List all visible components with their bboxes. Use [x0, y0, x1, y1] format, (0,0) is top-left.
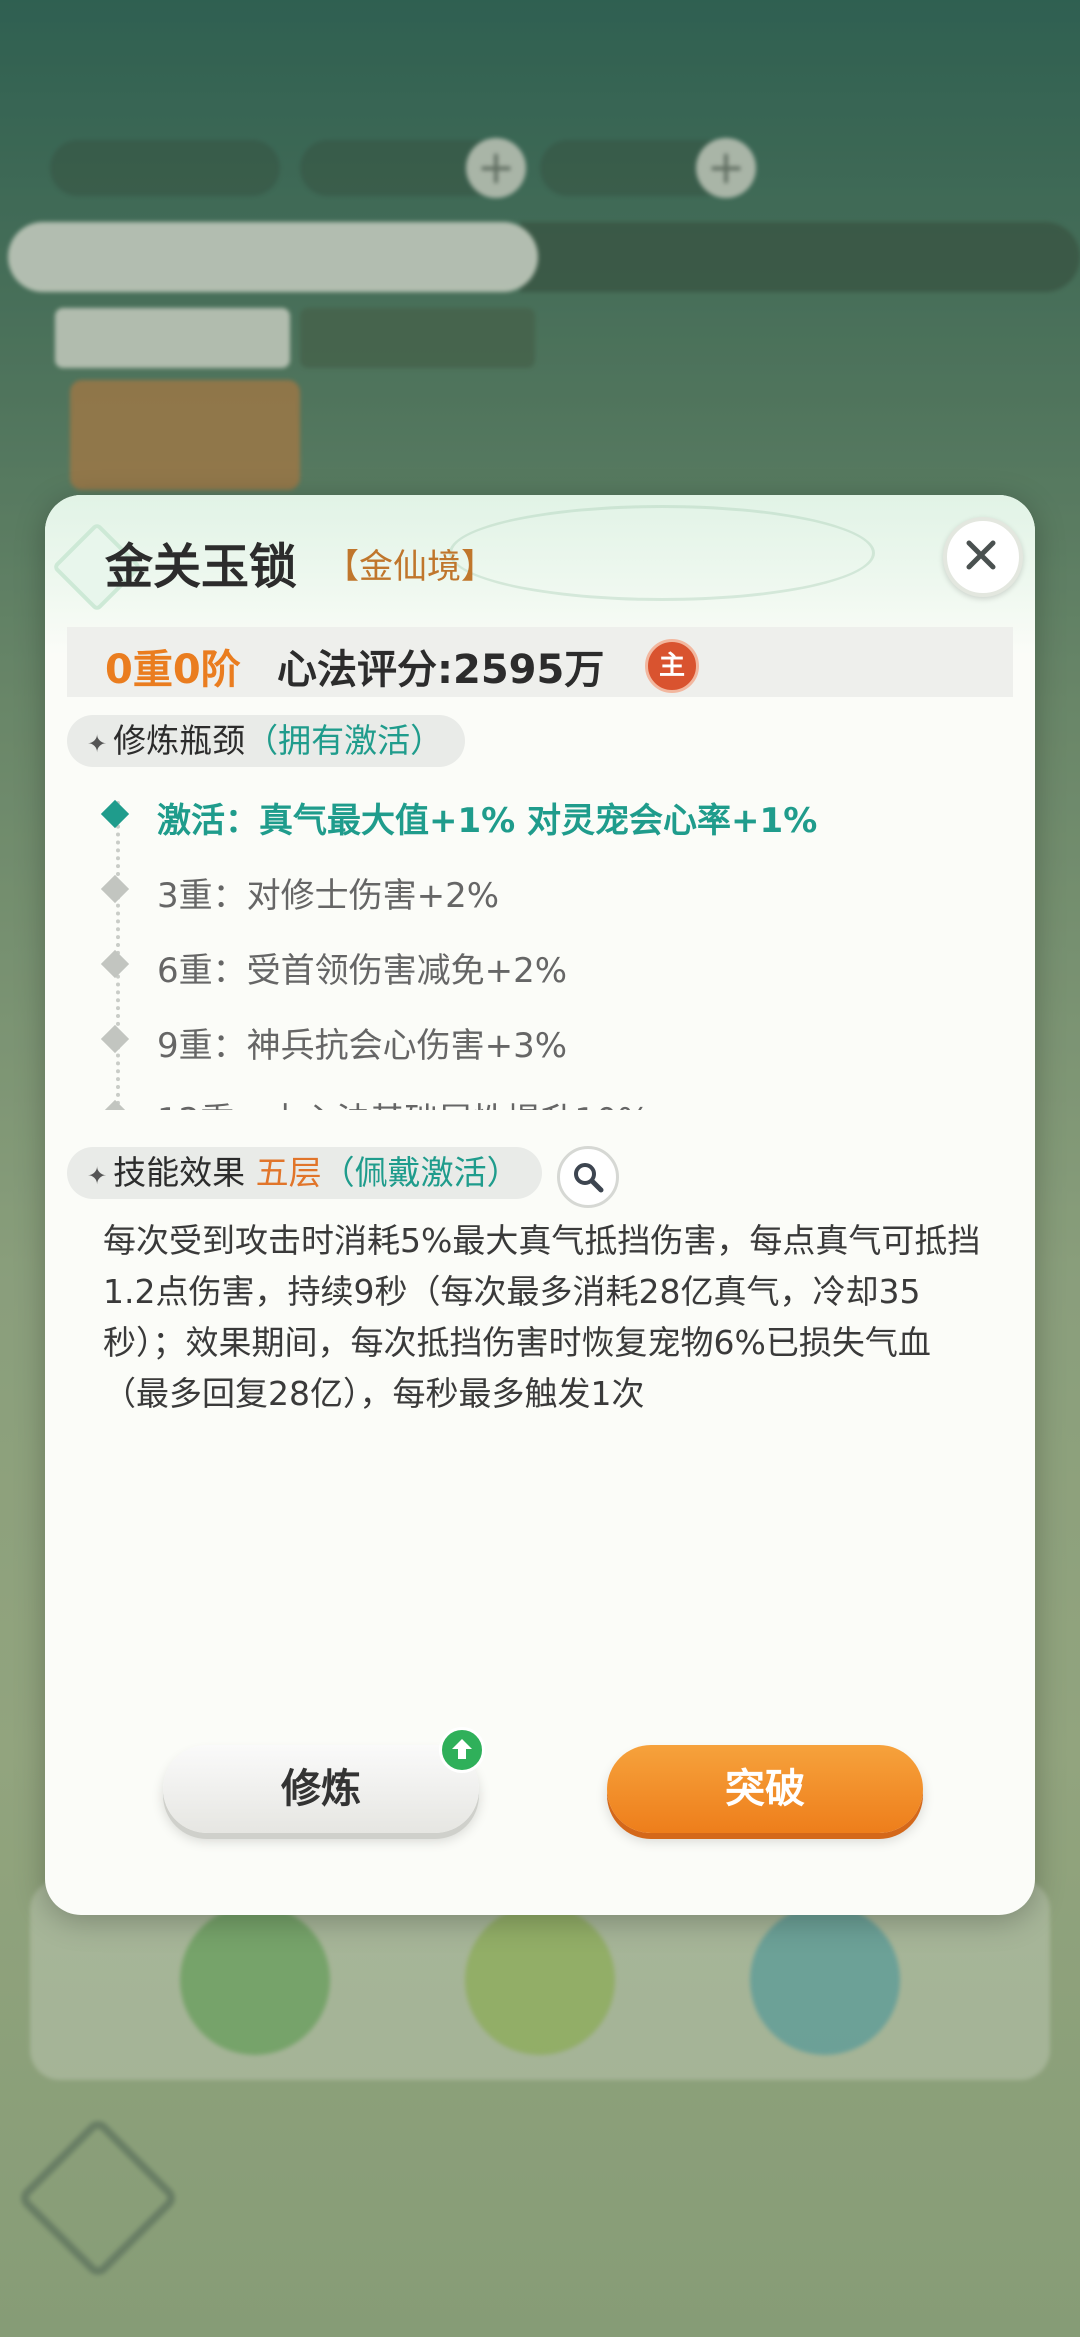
bottleneck-row: 9重：神兵抗会心伤害+3% — [157, 1026, 568, 1066]
diamond-bullet-icon — [100, 799, 130, 829]
skill-level: 五层 — [255, 1153, 322, 1192]
skill-section-tag: ✦ 技能效果 五层（佩戴激活） — [67, 1147, 542, 1199]
sparkle-icon: ✦ — [87, 730, 108, 758]
diamond-bullet-icon — [100, 949, 130, 979]
bottleneck-list: 激活：真气最大值+1% 对灵宠会心率+1% 3重：对修士伤害+2% 6重：受首领… — [85, 785, 985, 1110]
upgrade-badge — [439, 1727, 485, 1773]
skill-description: 每次受到攻击时消耗5%最大真气抵挡伤害，每点真气可抵挡1.2点伤害，持续9秒（每… — [103, 1221, 981, 1413]
diamond-bullet-icon — [100, 1024, 130, 1054]
cultivation-dialog: 金关玉锁 【金仙境】 0重0阶 心法评分:2595万 主 ✦ 修炼瓶颈（拥有激活）… — [45, 495, 1035, 1915]
cloud-swirl-decoration — [449, 505, 875, 601]
diamond-bullet-icon — [100, 874, 130, 904]
skill-tag-label: 技能效果 — [113, 1153, 246, 1192]
bottleneck-status: （拥有激活） — [245, 721, 444, 760]
main-badge: 主 — [645, 639, 699, 693]
train-button[interactable]: 修炼 — [163, 1745, 479, 1833]
score-bar: 0重0阶 心法评分:2595万 主 — [67, 627, 1013, 697]
breakthrough-button[interactable]: 突破 — [607, 1745, 923, 1833]
bottleneck-row: 3重：对修士伤害+2% — [157, 876, 500, 916]
bottleneck-row: 12重：本心法基础属性提升10% — [157, 1093, 650, 1110]
bottleneck-row: 6重：受首领伤害减免+2% — [157, 951, 568, 991]
stage-label: 0重0阶 — [105, 647, 241, 693]
close-button[interactable] — [943, 517, 1023, 597]
bottleneck-row: 激活：真气最大值+1% 对灵宠会心率+1% — [157, 801, 818, 841]
bottleneck-tag-label: 修炼瓶颈 — [113, 721, 246, 760]
skill-status: （佩戴激活） — [321, 1153, 520, 1192]
sparkle-icon: ✦ — [87, 1162, 108, 1190]
realm-label: 【金仙境】 — [325, 547, 495, 587]
arrow-up-icon — [452, 1739, 472, 1759]
close-icon — [966, 540, 996, 570]
score-label: 心法评分:2595万 — [277, 647, 605, 693]
bottleneck-section-tag: ✦ 修炼瓶颈（拥有激活） — [67, 715, 466, 767]
dialog-title: 金关玉锁 — [105, 539, 298, 595]
skill-detail-button[interactable] — [557, 1146, 619, 1208]
search-icon — [574, 1163, 604, 1193]
diamond-bullet-icon — [100, 1099, 130, 1110]
